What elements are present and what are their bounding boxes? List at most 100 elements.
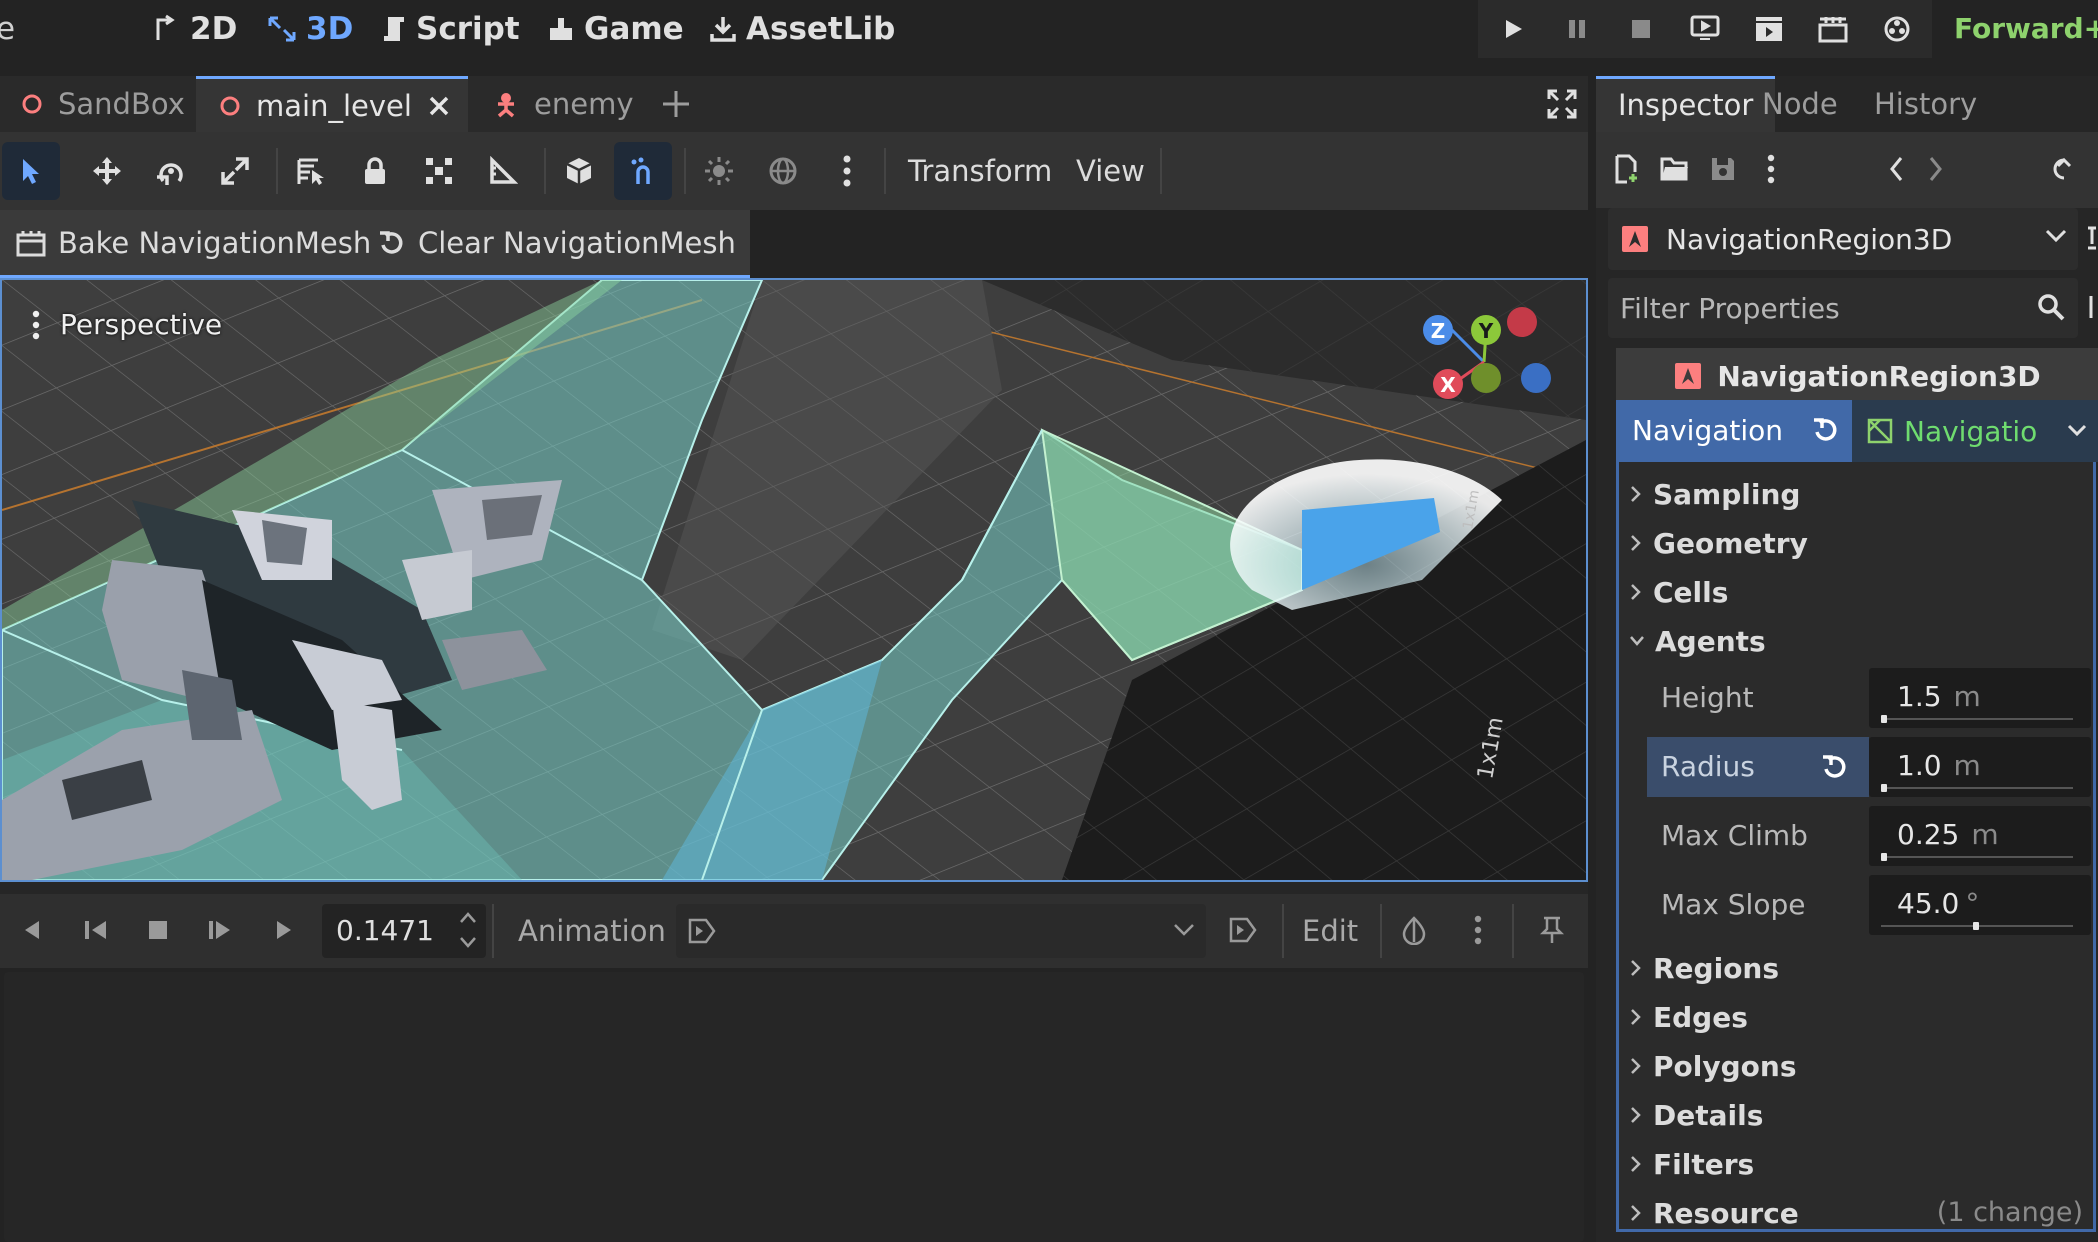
node-tools-icon[interactable] bbox=[2084, 224, 2098, 254]
more-icon bbox=[32, 310, 40, 340]
bake-navmesh-button[interactable]: Bake NavigationMesh bbox=[16, 210, 371, 275]
renderer-select[interactable]: Forward+ bbox=[1954, 0, 2098, 58]
movie-icon[interactable] bbox=[1752, 12, 1786, 46]
max-climb-value-input[interactable]: 0.25 m bbox=[1869, 806, 2091, 866]
revert-icon[interactable] bbox=[1812, 416, 1840, 444]
stop-icon[interactable] bbox=[138, 910, 178, 950]
clapper-icon[interactable] bbox=[1816, 12, 1850, 46]
tab-enemy[interactable]: enemy bbox=[492, 76, 652, 132]
rotate-icon[interactable] bbox=[142, 142, 200, 200]
distraction-free-icon[interactable] bbox=[1546, 76, 1578, 132]
chevron-right-icon bbox=[1629, 1006, 1643, 1028]
node-selector-label: NavigationRegion3D bbox=[1666, 222, 1953, 256]
animation-track-area[interactable] bbox=[4, 972, 1584, 1242]
play-icon[interactable] bbox=[264, 910, 304, 950]
section-geometry[interactable]: Geometry bbox=[1629, 519, 1808, 567]
main-screen-3d-button[interactable]: 3D bbox=[266, 0, 353, 58]
more-icon[interactable] bbox=[1458, 910, 1498, 950]
cut-off-menu-text[interactable]: e bbox=[0, 0, 15, 58]
max-slope-value-input[interactable]: 45.0 ° bbox=[1869, 875, 2091, 935]
main-screen-assetlib-button[interactable]: AssetLib bbox=[708, 0, 895, 58]
toolbar-separator bbox=[884, 148, 886, 194]
section-details[interactable]: Details bbox=[1629, 1091, 1763, 1139]
play-backwards-icon[interactable] bbox=[76, 910, 116, 950]
clear-navmesh-button[interactable]: Clear NavigationMesh bbox=[378, 210, 736, 275]
pause-icon[interactable] bbox=[1560, 12, 1594, 46]
sun-icon[interactable] bbox=[690, 142, 748, 200]
section-agents[interactable]: Agents bbox=[1629, 617, 1766, 665]
history-forward-icon[interactable] bbox=[1906, 140, 1964, 198]
section-resource[interactable]: Resource (1 change) bbox=[1629, 1189, 2089, 1237]
stop-icon[interactable] bbox=[1624, 12, 1658, 46]
tab-history[interactable]: History bbox=[1852, 76, 1999, 132]
select-icon[interactable] bbox=[2, 142, 60, 200]
navigation-mesh-property[interactable]: Navigation Navigatio bbox=[1616, 400, 2098, 462]
radius-value-input[interactable]: 1.0 m bbox=[1869, 737, 2091, 797]
onion-skinning-icon[interactable] bbox=[1394, 910, 1434, 950]
resource-change-count: (1 change) bbox=[1936, 1197, 2083, 1228]
section-sampling[interactable]: Sampling bbox=[1629, 470, 1800, 518]
ruler-icon[interactable] bbox=[474, 142, 532, 200]
scene-circle-icon bbox=[20, 92, 44, 116]
remote-debug-icon[interactable] bbox=[1688, 12, 1722, 46]
section-regions[interactable]: Regions bbox=[1629, 944, 1779, 992]
filter-properties-input[interactable]: Filter Properties bbox=[1608, 278, 2078, 338]
tab-main-level[interactable]: main_level bbox=[196, 76, 468, 132]
section-polygons[interactable]: Polygons bbox=[1629, 1042, 1797, 1090]
animation-menu-icon[interactable] bbox=[1224, 910, 1264, 950]
scale-icon[interactable] bbox=[206, 142, 264, 200]
transform-menu[interactable]: Transform bbox=[908, 132, 1052, 210]
play-backwards-from-end-icon[interactable] bbox=[12, 910, 52, 950]
main-screen-game-button[interactable]: Game bbox=[546, 0, 684, 58]
height-value-input[interactable]: 1.5 m bbox=[1869, 668, 2091, 728]
pin-icon[interactable] bbox=[1532, 910, 1572, 950]
play-from-start-icon[interactable] bbox=[200, 910, 240, 950]
scene-render: 1x1m 1x1m Z Y X bbox=[2, 280, 1586, 880]
filter-options-icon[interactable] bbox=[2084, 292, 2098, 322]
enemy-node-icon bbox=[492, 90, 520, 118]
move-icon[interactable] bbox=[78, 142, 136, 200]
pending-icon[interactable] bbox=[1880, 12, 1914, 46]
tab-sandbox[interactable]: SandBox bbox=[20, 76, 192, 132]
snap-icon[interactable] bbox=[614, 142, 672, 200]
play-icon[interactable] bbox=[1496, 12, 1530, 46]
revert-icon[interactable] bbox=[1821, 753, 1849, 781]
group-icon[interactable] bbox=[410, 142, 468, 200]
tab-node[interactable]: Node bbox=[1740, 76, 1860, 132]
lock-icon[interactable] bbox=[346, 142, 404, 200]
chevron-right-icon bbox=[1629, 532, 1643, 554]
section-edges[interactable]: Edges bbox=[1629, 993, 1748, 1041]
close-icon[interactable] bbox=[426, 93, 452, 119]
navigation-resource-label: Navigatio bbox=[1904, 414, 2038, 448]
chevron-down-icon bbox=[1172, 920, 1196, 940]
animation-icon bbox=[688, 918, 716, 944]
time-spinner-icon[interactable] bbox=[448, 902, 488, 958]
main-screen-script-button[interactable]: Script bbox=[380, 0, 520, 58]
section-filters[interactable]: Filters bbox=[1629, 1140, 1754, 1188]
property-label: Radius bbox=[1647, 737, 1869, 797]
environment-icon[interactable] bbox=[754, 142, 812, 200]
3d-viewport[interactable]: 1x1m 1x1m Z Y X Perspective bbox=[0, 278, 1588, 882]
view-menu[interactable]: View bbox=[1076, 132, 1145, 210]
navigation-resource-picker[interactable]: Navigatio bbox=[1852, 400, 2098, 462]
node-selector[interactable]: NavigationRegion3D bbox=[1608, 208, 2078, 270]
toolbar-separator bbox=[1512, 904, 1514, 958]
object-header: NavigationRegion3D bbox=[1616, 348, 2098, 404]
more-icon[interactable] bbox=[1742, 140, 1800, 198]
perspective-menu[interactable]: Perspective bbox=[32, 308, 222, 341]
list-select-icon[interactable] bbox=[282, 142, 340, 200]
animation-select[interactable] bbox=[676, 904, 1206, 958]
section-cells[interactable]: Cells bbox=[1629, 568, 1728, 616]
edit-menu[interactable]: Edit bbox=[1302, 894, 1358, 968]
toolbar-separator bbox=[684, 148, 686, 194]
more-icon[interactable] bbox=[818, 142, 876, 200]
property-label: Height bbox=[1661, 681, 1754, 714]
main-screen-2d-label: 2D bbox=[190, 11, 238, 47]
toolbar-separator bbox=[1160, 148, 1162, 194]
object-history-icon[interactable] bbox=[2052, 140, 2098, 198]
main-toolbar: e 2D 3D Script Game AssetLib Forward+ bbox=[0, 0, 2098, 58]
inspector-dock: Inspector Node History NavigationRegion3… bbox=[1596, 76, 2098, 1242]
add-tab-icon[interactable] bbox=[660, 76, 692, 132]
main-screen-2d-button[interactable]: 2D bbox=[152, 0, 237, 58]
local-space-icon[interactable] bbox=[550, 142, 608, 200]
